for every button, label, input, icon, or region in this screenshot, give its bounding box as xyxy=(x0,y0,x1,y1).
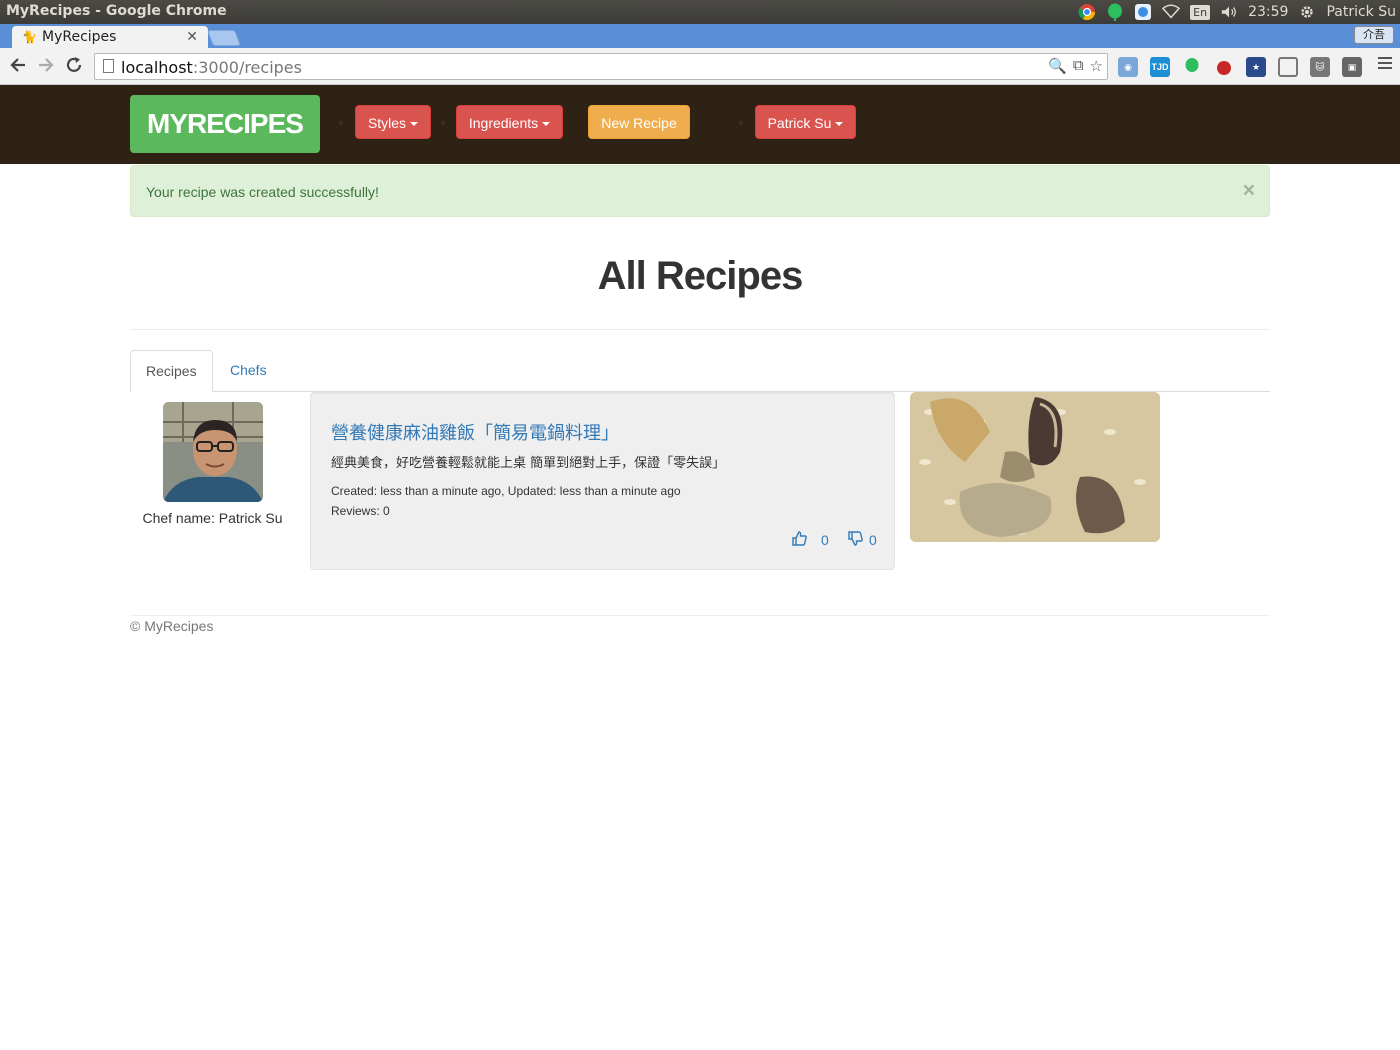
zoom-icon[interactable]: 🔍 xyxy=(1048,57,1067,75)
browser-toolbar: localhost:3000/recipes 🔍 ⧉ ☆ ◉ TJD ★ 🐱 ▣ xyxy=(0,48,1400,85)
chrome-tray-icon[interactable] xyxy=(1078,3,1096,21)
system-tray: En 23:59 Patrick Su xyxy=(1078,0,1396,24)
ingredients-dropdown[interactable]: Ingredients xyxy=(456,105,563,139)
success-alert: Your recipe was created successfully! × xyxy=(130,165,1270,217)
nav-separator xyxy=(339,121,343,125)
forward-arrow-icon[interactable] xyxy=(36,56,56,76)
wifi-icon[interactable] xyxy=(1162,3,1181,21)
tab-close-icon[interactable]: ✕ xyxy=(186,28,198,45)
browser-tab-strip: 🐈 MyRecipes ✕ 介吾 xyxy=(0,24,1400,48)
caret-down-icon xyxy=(542,122,551,127)
favicon-icon: 🐈 xyxy=(22,30,37,44)
alert-message: Your recipe was created successfully! xyxy=(146,184,379,200)
ime-button[interactable]: 介吾 xyxy=(1354,26,1394,44)
recipe-photo[interactable] xyxy=(910,392,1160,542)
address-bar[interactable]: localhost:3000/recipes 🔍 ⧉ ☆ xyxy=(94,53,1108,80)
settings-gear-icon[interactable] xyxy=(1298,3,1316,21)
thumbs-up-icon xyxy=(792,531,807,549)
nav-separator xyxy=(441,121,445,125)
caret-down-icon xyxy=(835,122,844,127)
content-tabs: Recipes Chefs xyxy=(130,350,1270,392)
recipe-reviews-count: Reviews: 0 xyxy=(331,504,390,518)
bookmark-star-icon[interactable]: ☆ xyxy=(1090,57,1103,75)
recipe-timestamps: Created: less than a minute ago, Updated… xyxy=(331,484,681,498)
chef-avatar[interactable] xyxy=(163,402,263,502)
recipe-card: 營養健康麻油雞飯「簡易電鍋料理」 經典美食，好吃營養輕鬆就能上桌 簡單到絕對上手… xyxy=(310,392,895,570)
plug-extension-icon[interactable]: ▣ xyxy=(1342,57,1362,77)
reload-icon[interactable] xyxy=(64,56,84,76)
extension-icons: ◉ TJD ★ 🐱 ▣ xyxy=(1118,57,1362,77)
user-dropdown[interactable]: Patrick Su xyxy=(755,105,856,139)
styles-dropdown[interactable]: Styles xyxy=(355,105,431,139)
caret-down-icon xyxy=(410,122,419,127)
url-text[interactable]: localhost:3000/recipes xyxy=(121,58,302,77)
footer-copyright: © MyRecipes xyxy=(130,618,214,634)
window-title: MyRecipes - Google Chrome xyxy=(6,3,227,19)
cat-extension-icon[interactable]: 🐱 xyxy=(1310,57,1330,77)
clock[interactable]: 23:59 xyxy=(1248,4,1288,20)
like-count: 0 xyxy=(821,532,829,548)
like-button[interactable]: 0 xyxy=(792,531,829,549)
red-ball-extension-icon[interactable] xyxy=(1214,57,1234,77)
tab-recipes[interactable]: Recipes xyxy=(130,350,213,392)
alert-close-icon[interactable]: × xyxy=(1243,180,1255,201)
new-tab-button[interactable] xyxy=(207,30,241,46)
dislike-button[interactable]: 0 xyxy=(848,531,877,549)
chef-name: Chef name: Patrick Su xyxy=(142,510,283,526)
thumbs-down-icon xyxy=(848,531,863,549)
omnibox-icons: 🔍 ⧉ ☆ xyxy=(1048,57,1103,75)
cast-icon[interactable] xyxy=(1278,57,1298,77)
star-extension-icon[interactable]: ★ xyxy=(1246,57,1266,77)
recipe-summary: 經典美食，好吃營養輕鬆就能上桌 簡單到絕對上手，保證「零失誤」 xyxy=(331,456,726,471)
dislike-count: 0 xyxy=(869,532,877,548)
session-user[interactable]: Patrick Su xyxy=(1326,4,1396,20)
recipe-title-link[interactable]: 營養健康麻油雞飯「簡易電鍋料理」 xyxy=(331,419,619,445)
os-top-bar: MyRecipes - Google Chrome En 23:59 Patri… xyxy=(0,0,1400,24)
volume-icon[interactable] xyxy=(1220,3,1238,21)
page-title: All Recipes xyxy=(597,254,804,298)
nav-separator xyxy=(739,121,743,125)
keyboard-language[interactable]: En xyxy=(1190,4,1211,20)
evernote-tray-icon[interactable] xyxy=(1106,3,1124,21)
tab-chefs[interactable]: Chefs xyxy=(215,350,282,392)
messaging-tray-icon[interactable] xyxy=(1134,3,1152,21)
new-recipe-button[interactable]: New Recipe xyxy=(588,105,690,139)
back-arrow-icon[interactable] xyxy=(8,56,28,76)
tjd-extension-icon[interactable]: TJD xyxy=(1150,57,1170,77)
tab-title: MyRecipes xyxy=(42,29,117,45)
site-navbar: MYRECIPES Styles Ingredients New Recipe … xyxy=(0,85,1400,164)
page-icon xyxy=(103,59,114,73)
translate-icon[interactable]: ⧉ xyxy=(1073,57,1084,75)
footer-divider xyxy=(130,615,1270,616)
browser-tab[interactable]: 🐈 MyRecipes ✕ xyxy=(12,26,208,48)
screenshot-extension-icon[interactable]: ◉ xyxy=(1118,57,1138,77)
evernote-extension-icon[interactable] xyxy=(1182,57,1202,77)
header-divider xyxy=(130,329,1270,330)
browser-menu-icon[interactable] xyxy=(1378,57,1392,73)
brand-logo[interactable]: MYRECIPES xyxy=(130,95,320,153)
